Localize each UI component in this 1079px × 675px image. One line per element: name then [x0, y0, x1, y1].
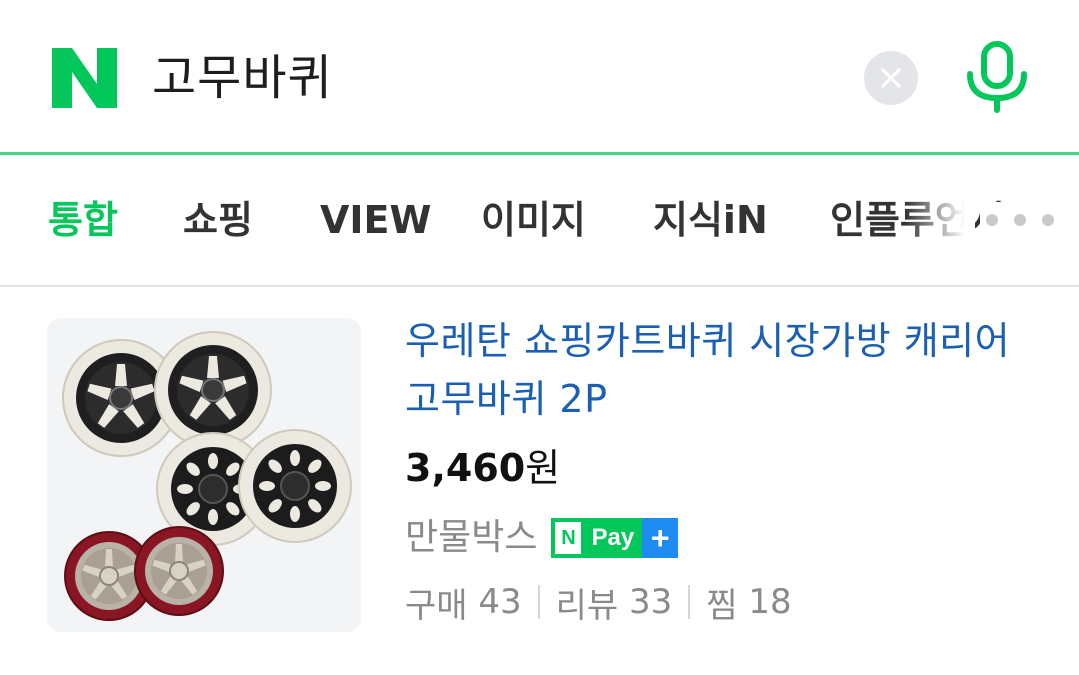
product-thumbnail[interactable]: [47, 318, 361, 632]
store-name[interactable]: 만물박스: [405, 513, 537, 563]
clear-search-button[interactable]: [864, 51, 918, 105]
tab-view[interactable]: VIEW: [320, 195, 431, 245]
review-label[interactable]: 리뷰: [556, 578, 619, 627]
tab-shopping[interactable]: 쇼핑: [183, 195, 253, 245]
npay-plus-badge: N Pay +: [551, 518, 679, 558]
store-row: 만물박스 N Pay +: [405, 513, 679, 563]
tab-integrated[interactable]: 통합: [48, 195, 118, 245]
product-card: 우레탄 쇼핑카트바퀴 시장가방 캐리어 고무바퀴 2P 3,460원 만물박스 …: [0, 287, 1079, 675]
tab-fade-overlay: [905, 185, 975, 255]
microphone-icon[interactable]: [962, 38, 1032, 114]
purchase-label: 구매: [405, 585, 468, 626]
search-tabs: 통합 쇼핑 VIEW 이미지 지식iN 인플루언서: [0, 155, 1079, 285]
product-title[interactable]: 우레탄 쇼핑카트바퀴 시장가방 캐리어 고무바퀴 2P: [405, 312, 1045, 428]
product-stats: 구매 43 리뷰 33 찜 18: [405, 577, 792, 627]
price-number: 3,460: [405, 446, 526, 490]
product-price: 3,460원: [405, 443, 560, 493]
search-bar: 고무바퀴: [0, 0, 1079, 155]
close-icon: [881, 68, 901, 88]
rubber-wheels-image: [62, 331, 352, 621]
naver-logo-icon[interactable]: [52, 48, 117, 108]
npay-label: Pay: [585, 518, 643, 558]
tab-images[interactable]: 이미지: [481, 195, 586, 245]
wish-label: 찜: [706, 585, 738, 626]
review-count[interactable]: 33: [629, 582, 672, 622]
search-query[interactable]: 고무바퀴: [152, 48, 333, 108]
stats-divider: [688, 585, 691, 619]
stats-divider: [537, 585, 540, 619]
npay-plus-icon: +: [642, 518, 679, 558]
wish-count: 18: [748, 582, 792, 622]
tab-knowledge-in[interactable]: 지식iN: [653, 195, 768, 245]
more-dots-icon[interactable]: [980, 202, 1060, 238]
purchase-count: 43: [478, 582, 522, 622]
price-unit: 원: [525, 446, 561, 490]
npay-n-logo: N: [551, 518, 586, 558]
